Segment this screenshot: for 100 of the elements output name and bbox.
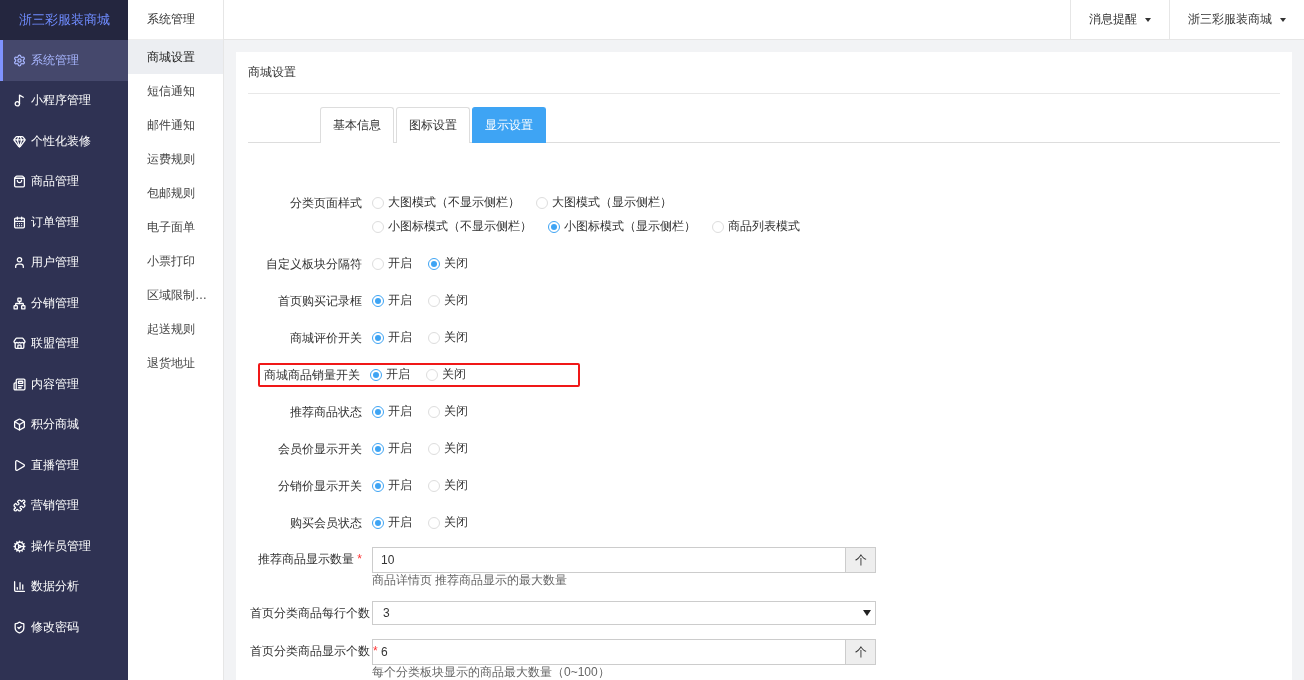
nav-label: 积分商城 xyxy=(31,416,79,434)
radio-option[interactable]: 小图标模式（显示侧栏） xyxy=(548,216,696,237)
field-label: 商城评价开关 xyxy=(289,329,363,347)
option-label: 大图模式（显示侧栏） xyxy=(552,194,672,211)
radio-option[interactable]: 小图标模式（不显示侧栏） xyxy=(372,216,532,237)
radio-option[interactable]: 开启 xyxy=(372,290,412,311)
bar-chart-icon xyxy=(13,580,26,594)
option-label: 关闭 xyxy=(442,366,466,383)
nav-item[interactable]: 个性化装修 xyxy=(0,121,128,162)
radio-option[interactable]: 关闭 xyxy=(428,253,468,274)
radio-option[interactable]: 关闭 xyxy=(428,512,468,533)
nav-label: 商品管理 xyxy=(31,173,79,191)
option-label: 小图标模式（显示侧栏） xyxy=(564,218,696,235)
gear-icon xyxy=(13,53,26,67)
radio-option[interactable]: 开启 xyxy=(372,512,412,533)
option-label: 关闭 xyxy=(444,292,468,309)
nav-label: 分销管理 xyxy=(31,294,79,312)
radio-option[interactable]: 关闭 xyxy=(428,290,468,311)
nav-item[interactable]: 积分商城 xyxy=(0,404,128,445)
radio-option[interactable]: 开启 xyxy=(370,364,410,385)
nav-item[interactable]: 订单管理 xyxy=(0,202,128,243)
nav-item[interactable]: 分销管理 xyxy=(0,283,128,324)
option-label: 开启 xyxy=(388,292,412,309)
option-label: 开启 xyxy=(388,329,412,346)
radio-option[interactable]: 开启 xyxy=(372,253,412,274)
tab[interactable]: 图标设置 xyxy=(396,107,470,143)
nav-item[interactable]: 联盟管理 xyxy=(0,323,128,364)
settings-icon xyxy=(13,539,26,553)
number-field[interactable]: 10 个 xyxy=(372,547,876,573)
nav-item[interactable]: 小程序管理 xyxy=(0,80,128,121)
unit-addon: 个 xyxy=(845,640,875,664)
option-label: 关闭 xyxy=(444,514,468,531)
nav-label: 小程序管理 xyxy=(31,92,91,110)
diamond-icon xyxy=(13,134,26,148)
field-label: 购买会员状态 xyxy=(289,514,363,532)
radio-option[interactable]: 开启 xyxy=(372,327,412,348)
option-label: 开启 xyxy=(388,440,412,457)
field-label: 会员价显示开关 xyxy=(277,440,363,458)
field-label: 首页分类商品显示个数 xyxy=(250,644,370,658)
field-hint: 商品详情页 推荐商品显示的最大数量 xyxy=(372,573,569,587)
tab[interactable]: 基本信息 xyxy=(320,107,394,143)
unit-addon: 个 xyxy=(845,548,875,572)
caret-icon xyxy=(1280,17,1286,22)
puzzle-icon xyxy=(13,499,26,513)
play-icon xyxy=(13,458,26,472)
menu-label: 消息提醒 xyxy=(1089,11,1137,28)
dropdown-menu[interactable]: 浙三彩服装商城 xyxy=(1169,0,1304,39)
option-label: 关闭 xyxy=(444,477,468,494)
radio-option[interactable]: 大图模式（不显示侧栏） xyxy=(372,192,520,213)
calendar-icon xyxy=(13,215,26,229)
option-label: 关闭 xyxy=(444,255,468,272)
shield-icon xyxy=(13,620,26,634)
nav-label: 直播管理 xyxy=(31,456,79,474)
radio-option[interactable]: 开启 xyxy=(372,438,412,459)
nav-item[interactable]: 直播管理 xyxy=(0,445,128,486)
radio-option[interactable]: 开启 xyxy=(372,401,412,422)
nav-label: 订单管理 xyxy=(31,213,79,231)
nav-item[interactable]: 商品管理 xyxy=(0,161,128,202)
radio-option[interactable]: 关闭 xyxy=(428,401,468,422)
hierarchy-icon xyxy=(13,296,26,310)
field-label: 推荐商品显示数量 xyxy=(258,552,355,566)
nav-item[interactable]: 操作员管理 xyxy=(0,526,128,567)
nav-item[interactable]: 系统管理 xyxy=(0,40,128,81)
radio-option[interactable]: 开启 xyxy=(372,475,412,496)
field-label: 推荐商品状态 xyxy=(289,403,363,421)
field-hint: 每个分类板块显示的商品最大数量（0~100） xyxy=(372,665,611,679)
music-note-icon xyxy=(13,94,26,108)
nav-item[interactable]: 修改密码 xyxy=(0,607,128,648)
required-mark: * xyxy=(357,552,362,566)
radio-option[interactable]: 大图模式（显示侧栏） xyxy=(536,192,672,213)
nav-item[interactable]: 用户管理 xyxy=(0,242,128,283)
radio-option[interactable]: 关闭 xyxy=(428,327,468,348)
field-label: 自定义板块分隔符 xyxy=(265,255,363,273)
required-mark: * xyxy=(373,644,378,658)
option-label: 关闭 xyxy=(444,403,468,420)
bag-icon xyxy=(13,175,26,189)
dropdown-menu[interactable]: 消息提醒 xyxy=(1070,0,1169,39)
field-label: 首页分类商品每行个数 xyxy=(250,606,370,620)
option-label: 关闭 xyxy=(444,440,468,457)
user-icon xyxy=(13,256,26,270)
option-label: 开启 xyxy=(388,514,412,531)
card-title: 商城设置 xyxy=(248,52,1280,94)
submenu-item[interactable]: 商城设置 xyxy=(128,40,223,74)
nav-item[interactable]: 内容管理 xyxy=(0,364,128,405)
radio-option[interactable]: 关闭 xyxy=(428,438,468,459)
nav-label: 操作员管理 xyxy=(31,537,91,555)
field-label: 首页购买记录框 xyxy=(277,292,363,310)
brand-title: 浙三彩服装商城 xyxy=(0,0,128,40)
radio-option[interactable]: 关闭 xyxy=(426,364,466,385)
radio-option[interactable]: 商品列表模式 xyxy=(712,216,800,237)
select-field[interactable]: 3 xyxy=(372,601,876,625)
field-label: 分销价显示开关 xyxy=(277,477,363,495)
nav-item[interactable]: 数据分析 xyxy=(0,566,128,607)
nav-item[interactable]: 营销管理 xyxy=(0,485,128,526)
option-label: 开启 xyxy=(388,477,412,494)
nav-label: 修改密码 xyxy=(31,618,79,636)
radio-option[interactable]: 关闭 xyxy=(428,475,468,496)
option-label: 开启 xyxy=(388,255,412,272)
option-label: 商品列表模式 xyxy=(728,218,800,235)
field-label: 商城商品销量开关 xyxy=(263,366,361,384)
